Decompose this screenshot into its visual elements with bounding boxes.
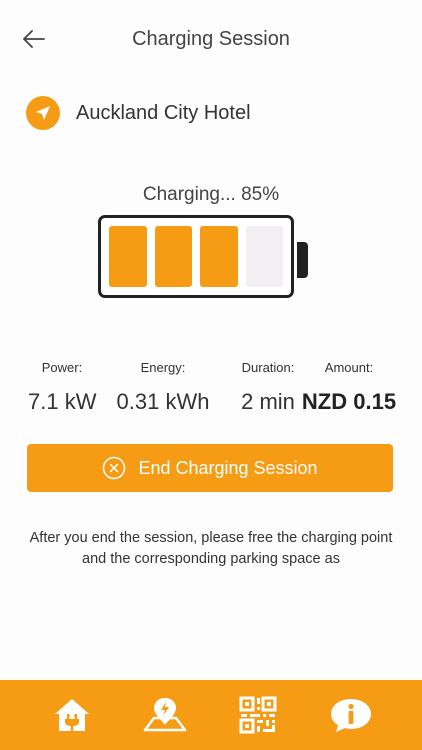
header: Charging Session <box>0 0 422 80</box>
stat-value: 2 min <box>241 389 295 414</box>
page-title: Charging Session <box>132 28 290 50</box>
bottom-nav <box>0 680 422 750</box>
navigation-arrow-icon <box>26 96 60 130</box>
stat-label: Power: <box>41 360 83 375</box>
nav-qr-scan[interactable] <box>234 691 282 739</box>
map-pin-icon <box>143 698 186 732</box>
info-text: After you end the session, please free t… <box>29 530 393 567</box>
stat-energy: Energy: 0.31 kWh <box>116 360 210 415</box>
qr-code-icon <box>239 696 276 734</box>
battery-indicator <box>98 215 294 298</box>
stat-power: Power: 7.1 kW <box>28 360 96 415</box>
stat-value: NZD 0.15 <box>301 389 397 414</box>
end-charging-label: End Charging Session <box>138 457 318 478</box>
battery-cell <box>154 226 192 287</box>
stat-value: 0.31 kWh <box>116 389 210 414</box>
station-location: Auckland City Hotel <box>26 96 251 130</box>
end-charging-button[interactable]: End Charging Session <box>27 444 393 492</box>
stat-duration: Duration: 2 min <box>236 360 300 415</box>
session-stats: Power: 7.1 kW Energy: 0.31 kWh Duration:… <box>0 360 422 420</box>
home-plug-icon <box>54 699 89 731</box>
stat-amount: Amount: NZD 0.15 <box>300 360 398 415</box>
station-name: Auckland City Hotel <box>76 101 251 124</box>
battery-terminal <box>297 242 308 278</box>
stat-label: Duration: <box>241 360 295 375</box>
stat-value: 7.1 kW <box>28 389 97 414</box>
nav-home[interactable] <box>48 691 96 739</box>
stat-label: Energy: <box>140 360 186 375</box>
battery-cell <box>200 226 238 287</box>
battery-cell <box>109 226 147 287</box>
stat-label: Amount: <box>324 360 374 375</box>
close-circle-icon <box>102 456 126 480</box>
charging-status: Charging... 85% <box>142 184 280 205</box>
info-chat-icon <box>330 699 371 732</box>
battery-cell <box>245 226 283 287</box>
nav-map[interactable] <box>141 691 189 739</box>
nav-info[interactable] <box>327 691 375 739</box>
